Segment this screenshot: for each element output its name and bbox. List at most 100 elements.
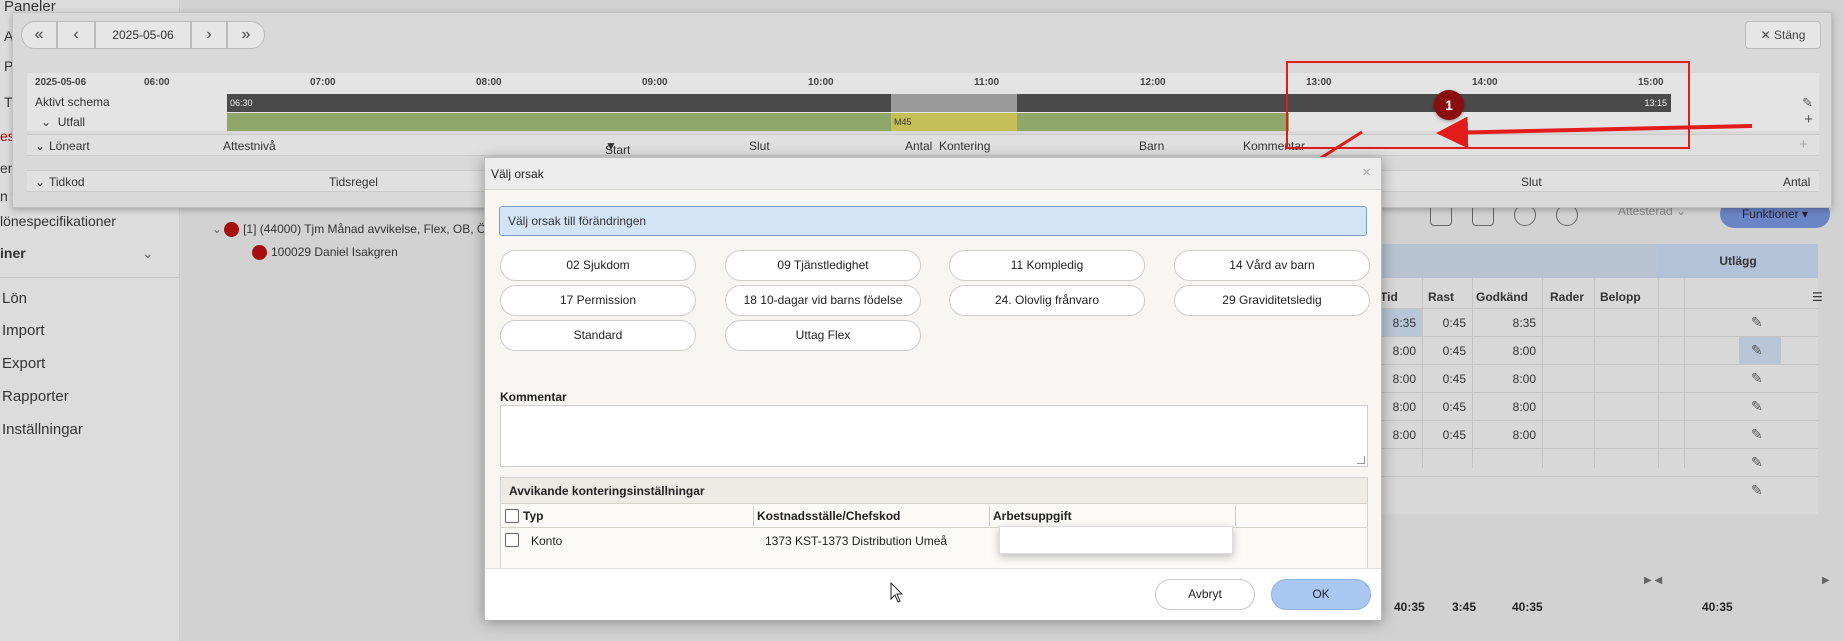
total-tid: 40:35	[1394, 600, 1425, 614]
chevron-down-icon[interactable]: ⌄	[35, 175, 45, 189]
schema-bar[interactable]: 06:30	[227, 94, 891, 112]
cell-rast: 0:45	[1442, 400, 1466, 414]
cell-tid: 8:00	[1392, 372, 1416, 386]
prev-day-button[interactable]: ‹	[57, 21, 95, 49]
cell-rast: 0:45	[1442, 428, 1466, 442]
cancel-button[interactable]: Avbryt	[1155, 579, 1255, 610]
reason-button-olovlig-franvaro[interactable]: 24. Olovlig frånvaro	[949, 285, 1145, 316]
reason-button-10-dagar[interactable]: 18 10-dagar vid barns födelse	[725, 285, 921, 316]
sidebar-item-installningar[interactable]: Inställningar	[2, 421, 83, 438]
kommentar-label: Kommentar	[500, 390, 567, 404]
close-panel-button[interactable]: ✕ Stäng	[1745, 21, 1821, 49]
column-menu-icon[interactable]: ☰	[1812, 290, 1823, 304]
chevron-down-icon[interactable]: ⌄	[35, 139, 45, 153]
add-icon[interactable]: +	[1804, 111, 1813, 128]
next-day-button[interactable]: ›	[191, 21, 227, 49]
ok-button[interactable]: OK	[1271, 579, 1371, 610]
cell-tid: 8:00	[1392, 400, 1416, 414]
grid-header-utlagg: Utlägg	[1658, 244, 1818, 278]
col-kostnadsstalle: Kostnadsställe/Chefskod	[757, 509, 901, 523]
edit-pencil-icon[interactable]: ✎	[1751, 426, 1763, 443]
cell-godkand: 8:00	[1512, 400, 1536, 414]
reason-button-kompledig[interactable]: 11 Kompledig	[949, 250, 1145, 281]
close-icon[interactable]: ×	[1362, 164, 1371, 181]
dialog-footer: Avbryt OK	[485, 568, 1381, 620]
cell-rast: 0:45	[1442, 372, 1466, 386]
kontering-header-row: Typ Kostnadsställe/Chefskod Arbetsuppgif…	[501, 504, 1367, 528]
sidebar-item-lonespecifikationer[interactable]: lönespecifikationer	[0, 213, 116, 229]
info-banner: Välj orsak till förändringen	[499, 206, 1367, 236]
sidebar-group[interactable]: iner	[0, 245, 26, 261]
chevron-down-icon[interactable]: ⌄	[212, 222, 222, 236]
edit-pencil-icon[interactable]: ✎	[1751, 342, 1763, 359]
cell-godkand: 8:35	[1512, 316, 1536, 330]
edit-pencil-icon[interactable]: ✎	[1751, 398, 1763, 415]
edit-pencil-icon[interactable]: ✎	[1751, 370, 1763, 387]
total-extra: 40:35	[1702, 600, 1733, 614]
dialog-header: Välj orsak ×	[485, 158, 1381, 190]
divider	[0, 277, 180, 278]
cell-rast: 0:45	[1442, 344, 1466, 358]
aktivt-schema-label: Aktivt schema	[35, 95, 110, 109]
sort-start-header[interactable]: Start ▼	[605, 139, 630, 157]
col-belopp: Belopp	[1600, 290, 1641, 304]
utfall-bar[interactable]	[227, 113, 891, 131]
reason-button-tjanstledighet[interactable]: 09 Tjänstledighet	[725, 250, 921, 281]
select-all-checkbox[interactable]	[505, 509, 519, 523]
tree-row-employee[interactable]: 100029 Daniel Isakgren	[252, 245, 398, 261]
reason-button-graviditetsledig[interactable]: 29 Graviditetsledig	[1174, 285, 1370, 316]
sidebar-item-export[interactable]: Export	[2, 355, 45, 372]
reason-button-sjukdom[interactable]: 02 Sjukdom	[500, 250, 696, 281]
cell-rast: 0:45	[1442, 316, 1466, 330]
cell-tid: 8:00	[1392, 428, 1416, 442]
kontering-row[interactable]: Konto 1373 KST-1373 Distribution Umeå	[501, 528, 1367, 554]
kommentar-textarea[interactable]	[500, 405, 1368, 467]
timeline-date: 2025-05-06	[35, 77, 87, 88]
sidebar-item-import[interactable]: Import	[2, 322, 45, 339]
utfall-bar[interactable]	[1017, 113, 1289, 131]
reason-button-uttag-flex[interactable]: Uttag Flex	[725, 320, 921, 351]
reason-button-permission[interactable]: 17 Permission	[500, 285, 696, 316]
col-arbetsuppgift: Arbetsuppgift	[993, 509, 1072, 523]
add-icon[interactable]: +	[1799, 136, 1808, 153]
utfall-row[interactable]: ⌄ Utfall	[41, 115, 85, 129]
last-day-button[interactable]: »	[227, 21, 265, 49]
date-display[interactable]: 2025-05-06	[95, 21, 191, 49]
edit-pencil-icon[interactable]: ✎	[1802, 95, 1813, 111]
first-day-button[interactable]: «	[21, 21, 57, 49]
row-typ: Konto	[531, 534, 563, 548]
dialog-title: Välj orsak	[491, 167, 544, 181]
total-rast: 3:45	[1452, 600, 1477, 614]
row-checkbox[interactable]	[505, 533, 519, 547]
schema-break-bar[interactable]	[891, 94, 1017, 112]
cell-godkand: 8:00	[1512, 344, 1536, 358]
edit-pencil-icon[interactable]: ✎	[1751, 314, 1763, 331]
col-rast: Rast	[1428, 290, 1455, 304]
sidebar-item-lon[interactable]: Lön	[2, 290, 27, 307]
row-kostnadsstalle[interactable]: 1373 KST-1373 Distribution Umeå	[765, 534, 947, 548]
col-tid: Tid	[1380, 290, 1398, 304]
col-rader: Rader	[1550, 290, 1585, 304]
utfall-break-bar[interactable]: M45	[891, 113, 1017, 131]
chevron-down-icon[interactable]: ⌄	[41, 115, 51, 129]
status-dot-icon	[224, 222, 240, 238]
reason-button-standard[interactable]: Standard	[500, 320, 696, 351]
hour-label: 10:00	[808, 77, 834, 88]
edit-pencil-icon[interactable]: ✎	[1751, 454, 1763, 471]
cell-tid: 8:00	[1392, 344, 1416, 358]
hour-label: 11:00	[974, 77, 1000, 88]
totals-row: 40:35 3:45 40:35 40:35	[1372, 590, 1818, 622]
edit-pencil-icon[interactable]: ✎	[1751, 482, 1763, 499]
arbetsuppgift-input[interactable]	[999, 526, 1233, 554]
scroll-right-icon-2[interactable]: ▶	[1822, 575, 1830, 586]
scroll-right-icon[interactable]: ▶ ◀	[1644, 575, 1662, 586]
cell-tid: 8:35	[1392, 316, 1416, 330]
sidebar-item-rapporter[interactable]: Rapporter	[2, 388, 69, 405]
cell-godkand: 8:00	[1512, 428, 1536, 442]
hour-label: 08:00	[476, 77, 502, 88]
hour-label: 09:00	[642, 77, 668, 88]
mouse-cursor-icon	[890, 582, 904, 603]
chevron-down-icon[interactable]: ⌄	[142, 245, 154, 262]
tree-row-group[interactable]: ⌄ [1] (44000) Tjm Månad avvikelse, Flex, …	[212, 222, 516, 238]
reason-button-vard-av-barn[interactable]: 14 Vård av barn	[1174, 250, 1370, 281]
